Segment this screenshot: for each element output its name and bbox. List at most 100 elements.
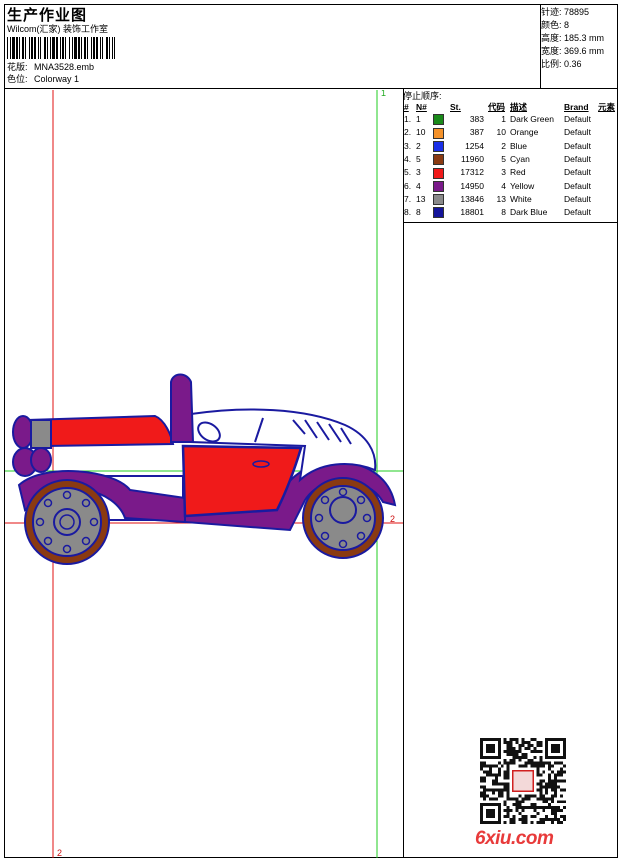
- table-row: 4. 5 11960 5 Cyan Default: [402, 153, 617, 166]
- company-name: Wilcom(汇家) 装饰工作室: [7, 24, 108, 34]
- cell-stitches: 383: [469, 114, 484, 125]
- green-guide-label: 1: [381, 90, 386, 98]
- cell-code: 4: [501, 180, 506, 191]
- embroidery-preview: 1 2 2: [5, 90, 403, 858]
- cell-description: White: [510, 193, 532, 204]
- cell-seq: 4.: [404, 154, 412, 165]
- barcode: [7, 37, 115, 59]
- col-header-seq: #: [404, 102, 409, 112]
- cell-code: 8: [501, 207, 506, 218]
- spare-tire-mid: [30, 447, 52, 473]
- cell-brand: Default: [564, 154, 591, 165]
- cell-needle: 10: [414, 126, 448, 139]
- cell-stitches: 11960: [460, 154, 484, 165]
- cell-brand: Default: [564, 193, 591, 204]
- cell-element: [596, 113, 617, 126]
- cell-seq: 6.: [404, 180, 412, 191]
- color-swatch: [433, 194, 445, 206]
- cell-stitches: 17312: [460, 167, 484, 178]
- cell-brand: Default: [564, 167, 591, 178]
- page-title: 生产作业图: [7, 7, 88, 24]
- cell-seq: 3.: [404, 140, 412, 151]
- colorway-name: Colorway 1: [34, 74, 80, 84]
- col-header-brand: Brand: [564, 102, 589, 112]
- cell-seq: 5.: [404, 167, 412, 178]
- red-guide-bottom-label: 2: [57, 848, 62, 858]
- stat-width: 宽度: 369.6 mm: [541, 46, 605, 56]
- col-header-element: 元素: [598, 102, 616, 112]
- cell-stitches: 387: [469, 127, 484, 138]
- color-swatch: [432, 207, 444, 219]
- cell-code: 3: [501, 167, 506, 178]
- stats-panel: 针迹: 78895 颜色: 8 高度: 185.3 mm 宽度: 369.6 m…: [541, 6, 604, 71]
- cell-seq: 2.: [404, 127, 412, 138]
- table-row: 1. 1 383 1 Dark Green Default: [402, 113, 617, 126]
- cell-seq: 8.: [404, 207, 412, 218]
- cell-needle: 4: [414, 179, 448, 192]
- cell-needle: 2: [414, 140, 448, 153]
- col-header-description: 描述: [510, 102, 528, 112]
- stat-scale: 比例: 0.36: [541, 59, 582, 69]
- cell-element: [596, 140, 617, 153]
- table-header-row: # N# St. 代码 描述 Brand 元素: [402, 101, 617, 113]
- stat-height: 高度: 185.3 mm: [541, 33, 605, 43]
- stat-stitches: 针迹: 78895: [541, 7, 590, 17]
- cell-stitches: 18801: [460, 207, 484, 218]
- cell-code: 10: [496, 127, 506, 138]
- cell-seq: 1.: [404, 114, 412, 125]
- qr-code: [480, 738, 566, 824]
- cell-code: 2: [501, 140, 506, 151]
- cell-element: [596, 179, 617, 192]
- color-swatch: [432, 180, 444, 192]
- cell-description: Blue: [510, 140, 528, 151]
- cell-brand: Default: [564, 180, 591, 191]
- red-guide-right-label: 2: [390, 514, 395, 524]
- site-logo: 6xiu.com: [475, 828, 554, 849]
- color-swatch: [432, 167, 444, 179]
- table-row: 2. 10 387 10 Orange Default: [402, 126, 617, 139]
- cell-brand: Default: [564, 140, 591, 151]
- cell-code: 13: [496, 193, 506, 204]
- cell-element: [596, 166, 617, 179]
- col-header-code: 代码: [488, 102, 506, 112]
- table-row: 3. 2 1254 2 Blue Default: [402, 140, 617, 153]
- table-row: 5. 3 17312 3 Red Default: [402, 166, 617, 179]
- cell-description: Orange: [510, 127, 539, 138]
- cell-code: 5: [501, 154, 506, 165]
- cell-brand: Default: [564, 127, 591, 138]
- table-row: 8. 8 18801 8 Dark Blue Default: [402, 206, 617, 219]
- cell-description: Red: [510, 167, 526, 178]
- cell-brand: Default: [564, 207, 591, 218]
- cell-element: [596, 206, 617, 219]
- color-swatch: [432, 140, 444, 152]
- cell-needle: 8: [414, 206, 448, 219]
- design-file-row: 花版: MNA3528.emb: [7, 62, 94, 73]
- cell-description: Dark Blue: [510, 207, 548, 218]
- cell-description: Cyan: [510, 154, 530, 165]
- stop-sequence-table: # N# St. 代码 描述 Brand 元素 1. 1 383 1 Dark Gree…: [402, 101, 617, 219]
- cell-code: 1: [501, 114, 506, 125]
- rear-bumper: [30, 419, 52, 449]
- table-bottom-divider: [403, 222, 618, 223]
- front-wheel: [302, 477, 384, 559]
- cell-stitches: 14950: [460, 180, 484, 191]
- cell-needle: 13: [414, 193, 448, 206]
- seat-back: [170, 373, 195, 443]
- cell-element: [596, 126, 617, 139]
- col-header-stitches: St.: [450, 102, 461, 112]
- cell-description: Dark Green: [510, 114, 554, 125]
- cell-needle: 1: [414, 113, 448, 126]
- rear-wheel: [24, 479, 110, 565]
- design-file-name: MNA3528.emb: [34, 62, 95, 72]
- colorway-row: 色位: Colorway 1: [7, 74, 79, 85]
- cell-element: [596, 153, 617, 166]
- color-swatch: [432, 114, 444, 126]
- col-header-needle: N#: [416, 102, 427, 112]
- colorway-label: 色位:: [7, 74, 28, 84]
- cell-brand: Default: [564, 114, 591, 125]
- cell-description: Yellow: [510, 180, 535, 191]
- cell-seq: 7.: [404, 193, 412, 204]
- color-swatch: [432, 154, 444, 166]
- cell-stitches: 1254: [465, 140, 484, 151]
- stat-colors: 颜色: 8: [541, 20, 570, 30]
